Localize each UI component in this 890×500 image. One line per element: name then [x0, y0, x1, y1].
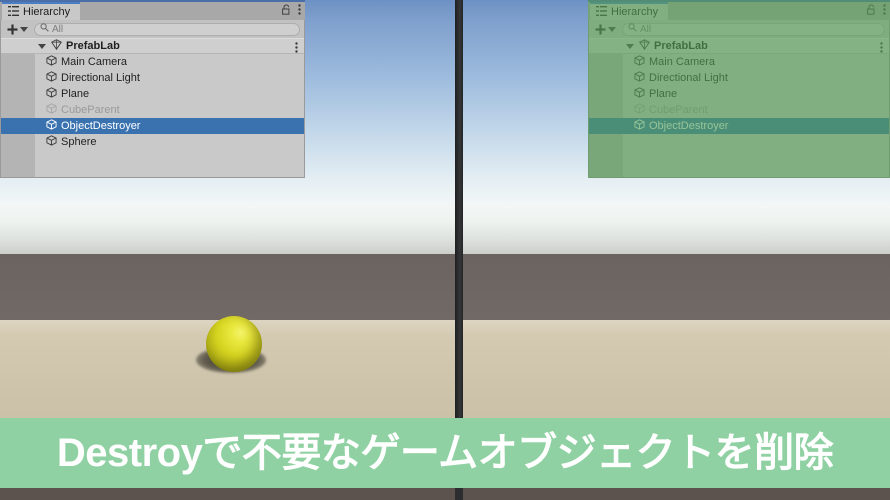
panel-header-icons	[867, 2, 886, 20]
hierarchy-tree[interactable]: PrefabLab Main Camera Directional Light Pl…	[589, 38, 889, 177]
search-icon	[40, 23, 49, 35]
add-gameobject-button[interactable]	[5, 24, 30, 35]
hierarchy-item-label: ObjectDestroyer	[649, 120, 729, 132]
footer-bar	[0, 488, 890, 500]
sphere-object[interactable]	[206, 316, 262, 372]
tab-hierarchy-label: Hierarchy	[611, 6, 659, 18]
hierarchy-item-label: Directional Light	[61, 72, 140, 84]
unity-scene-icon	[639, 39, 650, 53]
hierarchy-item-label: Directional Light	[649, 72, 728, 84]
search-input[interactable]: All	[34, 22, 300, 36]
gameobject-cube-icon	[46, 87, 57, 101]
split-divider	[455, 0, 463, 440]
chevron-down-icon	[20, 26, 28, 32]
hierarchy-list-icon	[8, 5, 19, 19]
hierarchy-item-label: ObjectDestroyer	[61, 120, 141, 132]
hierarchy-item-label: CubeParent	[61, 104, 120, 116]
gameobject-cube-icon	[46, 103, 57, 117]
hierarchy-item-list: Main Camera Directional Light Plane CubePar…	[1, 54, 304, 150]
hierarchy-item-label: Plane	[649, 88, 678, 100]
gameobject-cube-icon	[634, 87, 645, 101]
search-icon	[628, 23, 637, 35]
gameobject-cube-icon	[46, 71, 57, 85]
footer-divider-seam	[455, 488, 463, 500]
hierarchy-item-cubeparent[interactable]: CubeParent	[1, 102, 304, 118]
plane-highlight	[463, 320, 890, 335]
panel-tabbar: Hierarchy	[588, 2, 890, 20]
hierarchy-tree[interactable]: PrefabLab Main Camera Directional Light Pl…	[1, 38, 304, 177]
hierarchy-toolbar: All	[1, 20, 304, 38]
search-input-value: All	[52, 23, 64, 35]
gameobject-cube-icon	[46, 55, 57, 69]
triangle-down-icon[interactable]	[38, 43, 46, 49]
gameobject-cube-icon	[46, 135, 57, 149]
tab-hierarchy[interactable]: Hierarchy	[2, 2, 81, 20]
hierarchy-item-main-camera[interactable]: Main Camera	[1, 54, 304, 70]
hierarchy-toolbar: All	[589, 20, 889, 38]
gameobject-cube-icon	[46, 119, 57, 133]
scene-root-row[interactable]: PrefabLab	[1, 38, 304, 54]
caption-text: Destroyで不要なゲームオブジェクトを削除	[56, 431, 834, 475]
gameobject-cube-icon	[634, 55, 645, 69]
unity-scene-icon	[51, 39, 62, 53]
hierarchy-item-plane[interactable]: Plane	[589, 86, 889, 102]
triangle-down-icon[interactable]	[626, 43, 634, 49]
hierarchy-item-label: Sphere	[61, 136, 97, 148]
hierarchy-item-cubeparent[interactable]: CubeParent	[589, 102, 889, 118]
hierarchy-item-label: Main Camera	[61, 56, 128, 68]
hierarchy-item-label: Plane	[61, 88, 90, 100]
gameobject-cube-icon	[634, 103, 645, 117]
scene-row-kebab-menu-icon[interactable]	[295, 39, 298, 55]
hierarchy-item-plane[interactable]: Plane	[1, 86, 304, 102]
gameobject-cube-icon	[634, 71, 645, 85]
tab-hierarchy-label: Hierarchy	[23, 6, 71, 18]
hierarchy-list-icon	[596, 5, 607, 19]
kebab-menu-icon[interactable]	[883, 4, 886, 18]
hierarchy-item-directional-light[interactable]: Directional Light	[1, 70, 304, 86]
hierarchy-item-list: Main Camera Directional Light Plane CubePar…	[589, 54, 889, 134]
panel-tabbar: Hierarchy	[0, 2, 305, 20]
hierarchy-panel-after[interactable]: Hierarchy All PrefabLab Main Camera Dire…	[588, 0, 890, 178]
chevron-down-icon	[608, 26, 616, 32]
panel-header-icons	[282, 2, 301, 20]
search-input[interactable]: All	[622, 22, 885, 36]
kebab-menu-icon[interactable]	[298, 4, 301, 18]
scene-row-kebab-menu-icon[interactable]	[880, 39, 883, 55]
hierarchy-item-objectdestroyer[interactable]: ObjectDestroyer	[1, 118, 304, 134]
scene-root-label: PrefabLab	[654, 40, 708, 52]
hierarchy-item-directional-light[interactable]: Directional Light	[589, 70, 889, 86]
scene-root-row[interactable]: PrefabLab	[589, 38, 889, 54]
hierarchy-item-label: CubeParent	[649, 104, 708, 116]
hierarchy-item-main-camera[interactable]: Main Camera	[589, 54, 889, 70]
lock-open-icon[interactable]	[282, 4, 291, 18]
tab-hierarchy[interactable]: Hierarchy	[590, 2, 669, 20]
hierarchy-item-sphere[interactable]: Sphere	[1, 134, 304, 150]
gameobject-cube-icon	[634, 119, 645, 133]
caption-banner: Destroyで不要なゲームオブジェクトを削除	[0, 418, 890, 488]
hierarchy-item-label: Main Camera	[649, 56, 716, 68]
hierarchy-item-objectdestroyer[interactable]: ObjectDestroyer	[589, 118, 889, 134]
add-gameobject-button[interactable]	[593, 24, 618, 35]
scene-root-label: PrefabLab	[66, 40, 120, 52]
screenshot-root: Hierarchy All PrefabLab Main Camera Dire…	[0, 0, 890, 500]
search-input-value: All	[640, 23, 652, 35]
lock-open-icon[interactable]	[867, 4, 876, 18]
hierarchy-panel-before[interactable]: Hierarchy All PrefabLab Main Camera Dire…	[0, 0, 305, 178]
